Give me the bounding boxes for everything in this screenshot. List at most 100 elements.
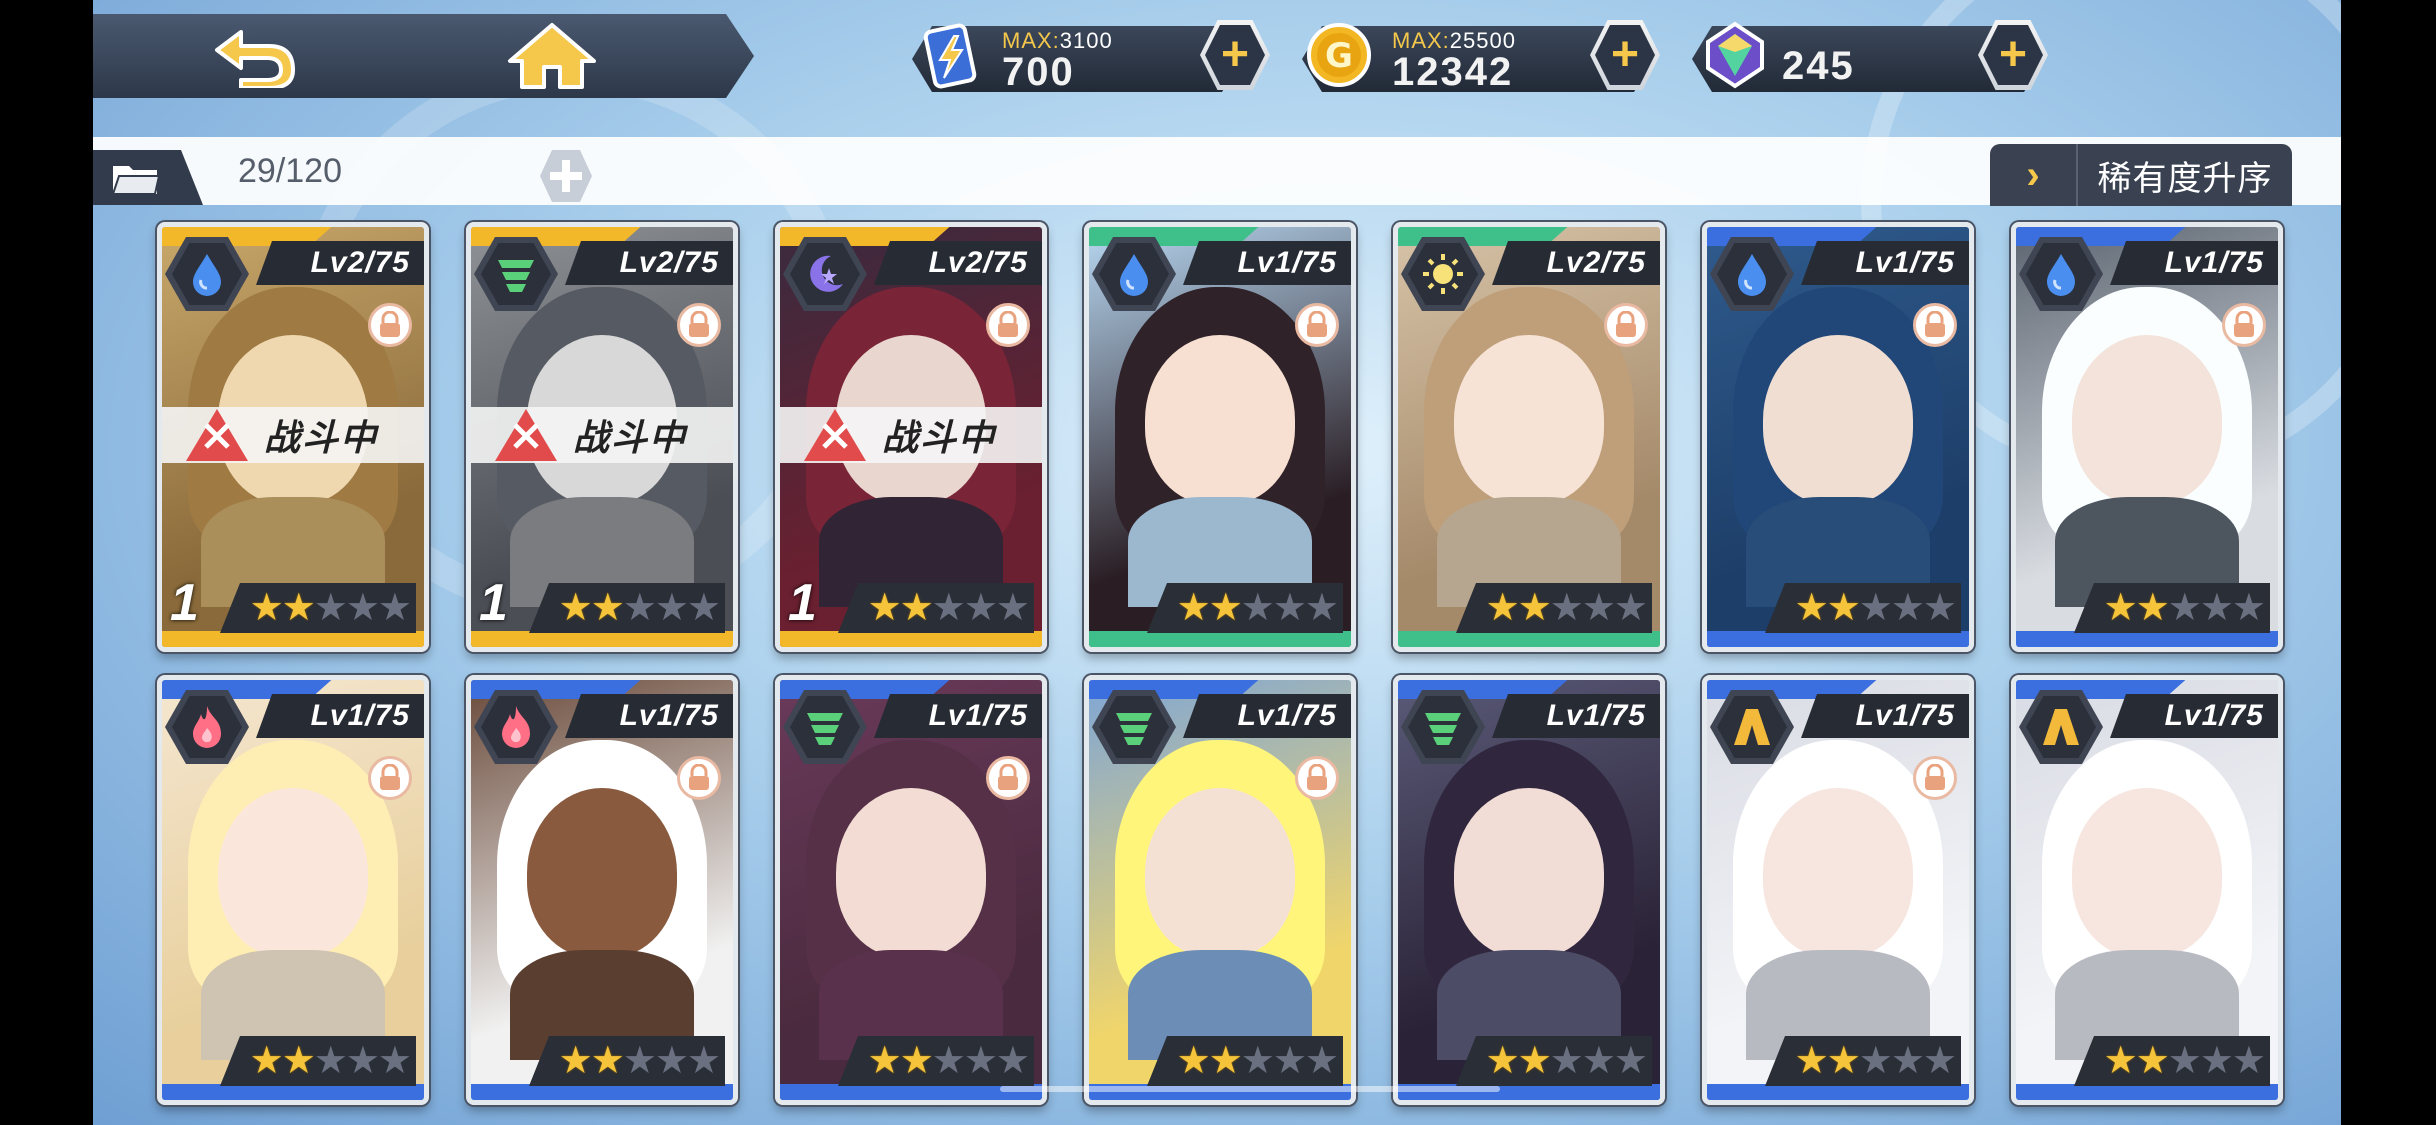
level-label: Lv1/75 (565, 694, 733, 738)
lock-icon[interactable] (1604, 303, 1648, 347)
level-label: Lv2/75 (256, 241, 424, 285)
star-filled-icon: ★ (281, 1040, 316, 1082)
character-card[interactable]: Lv2/75 ★ ★ ★ ★ ★ (1393, 222, 1665, 652)
level-label: Lv1/75 (1492, 694, 1660, 738)
star-rating: ★ ★ ★ ★ ★ (838, 1036, 1034, 1086)
character-card[interactable]: Lv1/75 ★ ★ ★ ★ ★ (2011, 222, 2283, 652)
level-label: Lv2/75 (874, 241, 1042, 285)
water-attribute-icon (1717, 243, 1787, 305)
character-card[interactable]: Lv1/75 ★ ★ ★ ★ ★ (1084, 675, 1356, 1105)
lock-icon[interactable] (1913, 756, 1957, 800)
star-empty-icon: ★ (2199, 587, 2234, 629)
lock-icon[interactable] (368, 756, 412, 800)
fire-attribute-icon (172, 696, 242, 758)
star-empty-icon: ★ (1304, 1040, 1339, 1082)
star-empty-icon: ★ (2199, 1040, 2234, 1082)
star-filled-icon: ★ (1176, 1040, 1211, 1082)
star-filled-icon: ★ (1517, 1040, 1552, 1082)
party-number: 1 (479, 574, 508, 632)
star-empty-icon: ★ (1549, 587, 1584, 629)
star-filled-icon: ★ (899, 1040, 934, 1082)
lock-icon[interactable] (1295, 303, 1339, 347)
character-card[interactable]: Lv2/75 战斗中 1 ★ ★ ★ ★ ★ (157, 222, 429, 652)
rarity-frame (162, 1084, 424, 1100)
lock-icon[interactable] (986, 303, 1030, 347)
character-face (2072, 335, 2222, 506)
lock-icon[interactable] (2222, 303, 2266, 347)
character-card[interactable]: Lv1/75 ★ ★ ★ ★ ★ (1702, 222, 1974, 652)
star-empty-icon: ★ (1858, 587, 1893, 629)
plus-icon: + (1983, 25, 2043, 85)
character-face (1763, 788, 1913, 959)
star-filled-icon: ★ (2135, 1040, 2170, 1082)
star-empty-icon: ★ (1581, 1040, 1616, 1082)
svg-text:G: G (1325, 36, 1353, 76)
star-filled-icon: ★ (2103, 587, 2138, 629)
fire-attribute-icon (481, 696, 551, 758)
rarity-frame (471, 631, 733, 647)
gold-value: 12342 (1392, 50, 1514, 94)
character-card[interactable]: Lv1/75 ★ ★ ★ ★ ★ (157, 675, 429, 1105)
rarity-frame (780, 631, 1042, 647)
character-card[interactable]: Lv1/75 ★ ★ ★ ★ ★ (775, 675, 1047, 1105)
star-empty-icon: ★ (1613, 587, 1648, 629)
star-filled-icon: ★ (1794, 587, 1829, 629)
sort-rarity-button[interactable]: › 稀有度升序 (1990, 144, 2292, 206)
lock-icon[interactable] (1913, 303, 1957, 347)
level-label: Lv1/75 (1801, 694, 1969, 738)
star-empty-icon: ★ (1272, 587, 1307, 629)
character-face (1454, 335, 1604, 506)
lock-icon[interactable] (1295, 756, 1339, 800)
level-label: Lv1/75 (1183, 694, 1351, 738)
star-rating: ★ ★ ★ ★ ★ (2074, 1036, 2270, 1086)
character-card[interactable]: Lv1/75 ★ ★ ★ ★ ★ (466, 675, 738, 1105)
star-filled-icon: ★ (1794, 1040, 1829, 1082)
character-face (836, 788, 986, 959)
character-card[interactable]: Lv1/75 ★ ★ ★ ★ ★ (2011, 675, 2283, 1105)
star-filled-icon: ★ (281, 587, 316, 629)
level-label: Lv2/75 (1492, 241, 1660, 285)
expand-slots-button[interactable] (538, 148, 594, 204)
star-empty-icon: ★ (345, 587, 380, 629)
water-attribute-icon (172, 243, 242, 305)
home-button[interactable] (350, 14, 754, 98)
earth-attribute-icon (1717, 696, 1787, 758)
star-empty-icon: ★ (1890, 1040, 1925, 1082)
lock-icon[interactable] (677, 756, 721, 800)
star-empty-icon: ★ (931, 587, 966, 629)
lock-icon[interactable] (368, 303, 412, 347)
star-empty-icon: ★ (654, 587, 689, 629)
level-label: Lv1/75 (2110, 241, 2278, 285)
scrollbar[interactable] (1000, 1086, 1500, 1092)
rarity-frame (471, 1084, 733, 1100)
character-card[interactable]: Lv2/75 战斗中 1 ★ ★ ★ ★ ★ (466, 222, 738, 652)
star-empty-icon: ★ (686, 587, 721, 629)
in-battle-label: 战斗中 (882, 417, 997, 458)
character-card[interactable]: Lv1/75 ★ ★ ★ ★ ★ (1084, 222, 1356, 652)
water-attribute-icon (1099, 243, 1169, 305)
star-filled-icon: ★ (1826, 587, 1861, 629)
home-icon (506, 21, 598, 91)
character-card[interactable]: Lv1/75 ★ ★ ★ ★ ★ (1393, 675, 1665, 1105)
party-number: 1 (788, 574, 817, 632)
star-empty-icon: ★ (931, 1040, 966, 1082)
character-card[interactable]: Lv2/75 战斗中 1 ★ ★ ★ ★ ★ (775, 222, 1047, 652)
rarity-frame (162, 631, 424, 647)
level-label: Lv1/75 (256, 694, 424, 738)
character-card[interactable]: Lv1/75 ★ ★ ★ ★ ★ (1702, 675, 1974, 1105)
wind-attribute-icon (790, 696, 860, 758)
plus-icon: + (1205, 25, 1265, 85)
lock-icon[interactable] (986, 756, 1030, 800)
inventory-count: 29/120 (238, 152, 342, 190)
star-rating: ★ ★ ★ ★ ★ (1456, 583, 1652, 633)
lock-icon[interactable] (677, 303, 721, 347)
star-empty-icon: ★ (2231, 1040, 2266, 1082)
star-empty-icon: ★ (622, 1040, 657, 1082)
star-filled-icon: ★ (590, 1040, 625, 1082)
star-empty-icon: ★ (1922, 1040, 1957, 1082)
party-number: 1 (170, 574, 199, 632)
plus-icon: + (1595, 25, 1655, 85)
star-empty-icon: ★ (313, 587, 348, 629)
star-empty-icon: ★ (963, 1040, 998, 1082)
star-empty-icon: ★ (2167, 1040, 2202, 1082)
